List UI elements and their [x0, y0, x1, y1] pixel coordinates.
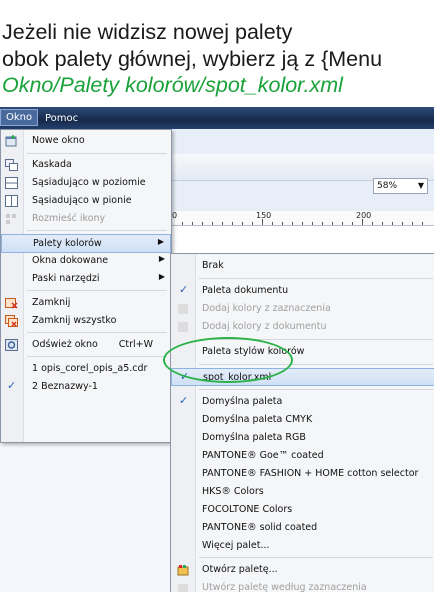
submenu-item-spot-kolor[interactable]: ✓ spot_kolor.xml: [171, 368, 434, 386]
menu-item-recent-file-2[interactable]: ✓ 2 Beznazwy-1: [1, 378, 171, 397]
open-palette-icon: [177, 565, 189, 576]
menu-okno[interactable]: Okno: [0, 109, 39, 126]
new-window-icon: [5, 135, 17, 147]
menu-item-new-window[interactable]: Nowe okno: [1, 132, 171, 151]
submenu-item-default-palette[interactable]: ✓ Domyślna paleta: [171, 393, 434, 411]
submenu-item-add-from-selection: Dodaj kolory z zaznaczenia: [171, 300, 434, 318]
submenu-item-pantone-goe[interactable]: PANTONE® Goe™ coated: [171, 447, 434, 465]
menu-pomoc[interactable]: Pomoc: [40, 111, 83, 126]
menu-item-docker-windows[interactable]: Okna dokowane ▶: [1, 252, 171, 271]
submenu-item-create-palette-from-selection: Utwórz paletę według zaznaczenia: [171, 579, 434, 592]
shortcut-label: Ctrl+W: [118, 339, 153, 350]
close-all-icon: [5, 315, 18, 327]
menu-item-close[interactable]: Zamknij: [1, 294, 171, 313]
caption-line-1: Jeżeli nie widzisz nowej palety: [2, 20, 293, 44]
menu-bar: Okno Pomoc: [0, 107, 434, 129]
menu-item-refresh[interactable]: Odśwież okno Ctrl+W: [1, 336, 171, 355]
cascade-icon: [5, 159, 18, 171]
menu-item-close-all[interactable]: Zamknij wszystko: [1, 312, 171, 331]
zoom-value: 58%: [377, 181, 398, 191]
submenu-item-default-rgb[interactable]: Domyślna paleta RGB: [171, 429, 434, 447]
zoom-select[interactable]: 58% ▼: [373, 178, 428, 194]
menu-item-recent-file-1[interactable]: 1 opis_corel_opis_a5.cdr: [1, 360, 171, 379]
property-bar: [170, 154, 434, 181]
instruction-caption: Jeżeli nie widzisz nowej palety obok pal…: [2, 0, 434, 104]
submenu-item-document-palette[interactable]: ✓ Paleta dokumentu: [171, 282, 434, 300]
submenu-item-none[interactable]: Brak: [171, 257, 434, 275]
okno-dropdown: Nowe okno Kaskada Sąsiadująco w poziomie…: [0, 129, 172, 443]
checkmark-icon: ✓: [180, 370, 190, 383]
submenu-item-more-palettes[interactable]: Więcej palet...: [171, 537, 434, 555]
document-window: 58% ▼ 0 150 200: [170, 129, 434, 592]
submenu-item-color-styles-palette[interactable]: Paleta stylów kolorów: [171, 343, 434, 361]
color-palettes-submenu: Brak ✓ Paleta dokumentu Dodaj kolory z za…: [170, 253, 434, 592]
submenu-arrow-icon: ▶: [158, 254, 165, 263]
menu-item-tile-horizontal[interactable]: Sąsiadująco w poziomie: [1, 174, 171, 193]
tile-horizontal-icon: [5, 177, 18, 189]
refresh-icon: [5, 339, 18, 351]
tile-vertical-icon: [5, 195, 18, 207]
submenu-arrow-icon: ▶: [158, 272, 165, 281]
caption-menu-path: Okno/Palety kolorów/spot_kolor.xml: [2, 73, 343, 97]
submenu-item-pantone-solid[interactable]: PANTONE® solid coated: [171, 519, 434, 537]
submenu-item-focoltone[interactable]: FOCOLTONE Colors: [171, 501, 434, 519]
horizontal-ruler: 0 150 200: [170, 211, 434, 226]
menu-item-tile-vertical[interactable]: Sąsiadująco w pionie: [1, 192, 171, 211]
ruler-label-150: 150: [256, 211, 272, 220]
submenu-item-open-palette[interactable]: Otwórz paletę...: [171, 561, 434, 579]
checkmark-icon: ✓: [179, 394, 189, 407]
caption-line-2: obok palety głównej, wybierz ją z {Menu: [2, 47, 383, 71]
checkmark-icon: ✓: [179, 283, 189, 296]
submenu-arrow-icon: ▶: [157, 237, 164, 246]
menu-item-arrange-icons: Rozmieść ikony: [1, 210, 171, 229]
menu-item-toolbars[interactable]: Paski narzędzi ▶: [1, 270, 171, 289]
palette-document-icon: [178, 322, 188, 332]
arrange-icons-icon: [6, 214, 16, 224]
close-window-icon: [5, 298, 18, 309]
chevron-down-icon: ▼: [417, 181, 424, 190]
submenu-item-add-from-document: Dodaj kolory z dokumentu: [171, 318, 434, 336]
palette-add-icon: [178, 304, 188, 314]
app-screenshot: Okno Pomoc 58% ▼ 0 150 200 Nowe okno Kas…: [0, 107, 434, 592]
create-palette-icon: [178, 584, 188, 592]
checkmark-icon: ✓: [7, 379, 17, 392]
submenu-item-default-cmyk[interactable]: Domyślna paleta CMYK: [171, 411, 434, 429]
ruler-label-200: 200: [356, 211, 372, 220]
submenu-item-hks[interactable]: HKS® Colors: [171, 483, 434, 501]
submenu-item-pantone-fashion[interactable]: PANTONE® FASHION + HOME cotton selector: [171, 465, 434, 483]
ruler-label: 0: [172, 211, 178, 220]
menu-item-cascade[interactable]: Kaskada: [1, 156, 171, 175]
menu-item-color-palettes[interactable]: Palety kolorów ▶: [1, 234, 171, 253]
